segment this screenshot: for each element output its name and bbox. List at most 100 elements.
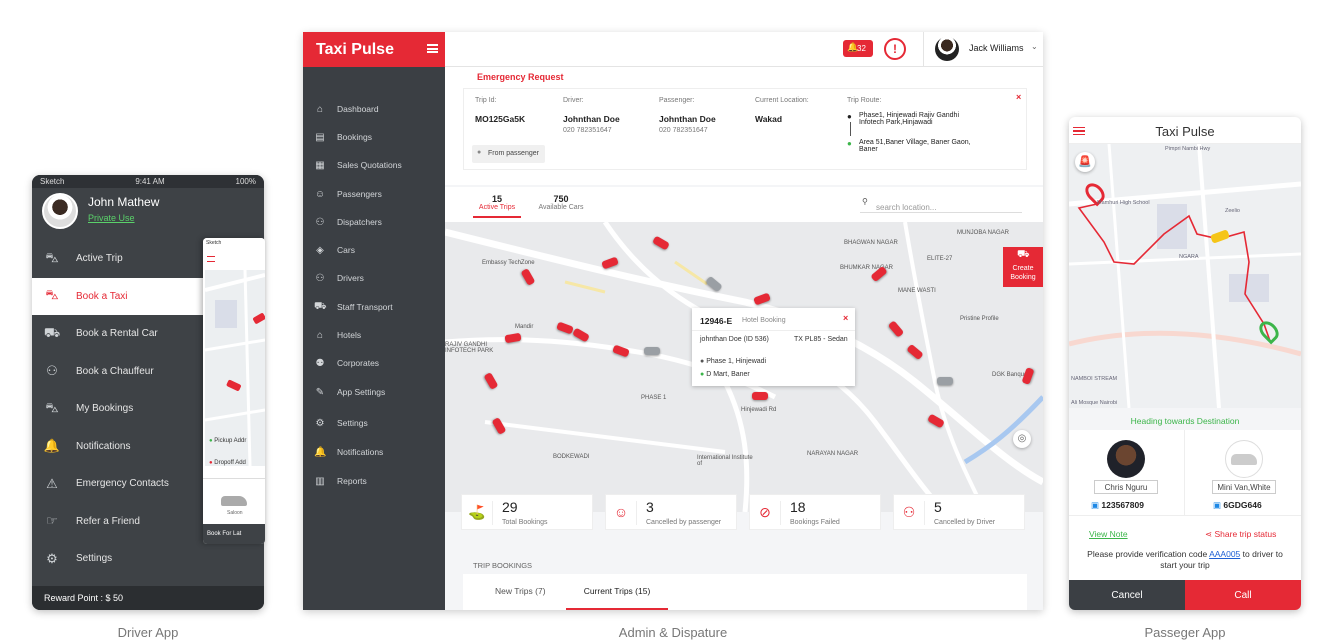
verification-message: Please provide verification code AAA005 … xyxy=(1087,549,1283,570)
preview-status-bar: Sketch xyxy=(203,238,265,248)
driver-name: Johnthan Doe xyxy=(563,114,620,124)
driver-label: Driver: xyxy=(563,97,584,104)
report-icon: ▥ xyxy=(315,475,325,487)
locate-me-icon[interactable]: ◎ xyxy=(1013,430,1031,448)
map-label: Mandir xyxy=(515,324,534,330)
tag-icon: ◈ xyxy=(316,244,324,256)
tab-active-trips[interactable]: 15 Active Trips xyxy=(473,194,521,218)
siren-icon[interactable]: 🚨 xyxy=(1075,152,1095,172)
live-map[interactable]: Embassy TechZone MUNJOBA NAGAR BHAGWAN NAG… xyxy=(445,222,1043,512)
map-label: BHAGWAN NAGAR xyxy=(844,240,898,246)
sidebar-item[interactable]: 🔔 Notifications xyxy=(303,440,445,464)
notification-count: 32 xyxy=(857,44,866,53)
passenger-phone: 020 782351647 xyxy=(659,127,708,134)
stat-card: ⛳ 29 Total Bookings xyxy=(461,494,593,530)
user-name[interactable]: Jack Williams xyxy=(969,43,1024,53)
refer-icon: ☞ xyxy=(46,513,58,528)
preview-map xyxy=(204,269,265,467)
view-note-link[interactable]: View Note xyxy=(1089,529,1128,539)
pickup-address[interactable]: ● Pickup Addr xyxy=(209,438,246,444)
divider xyxy=(780,501,781,525)
driver-id: ▣ 123567809 xyxy=(1091,500,1144,510)
stat-card: ⊘ 18 Bookings Failed xyxy=(749,494,881,530)
bell-icon: 🔔 xyxy=(847,42,859,52)
menu-item-label: Emergency Contacts xyxy=(76,478,169,489)
notifications-button[interactable]: 🔔 32 xyxy=(843,40,873,57)
quotation-icon: ▦ xyxy=(315,159,325,171)
sidebar-item[interactable]: ⛟ Staff Transport xyxy=(303,295,445,319)
car-marker-icon[interactable] xyxy=(644,347,660,355)
emergency-title: Emergency Request xyxy=(477,72,564,82)
user-icon: ☺ xyxy=(314,188,326,200)
trip-map[interactable]: 🚨 Pimpri Nambi Hwy Mamhuri High School Zee… xyxy=(1069,144,1301,408)
menu-icon[interactable] xyxy=(1073,127,1085,135)
sidebar-item[interactable]: ☺ Passengers xyxy=(303,182,445,206)
sidebar-item[interactable]: ⚙ Settings xyxy=(303,411,445,435)
driver-profile[interactable]: John Mathew Private Use xyxy=(42,193,242,233)
bus-icon: ⛟ xyxy=(314,300,327,312)
tab-available-cars[interactable]: 750 Available Cars xyxy=(535,194,587,211)
sidebar-item[interactable]: ▤ Bookings xyxy=(303,125,445,149)
sidebar-item-label: Hotels xyxy=(337,330,362,340)
map-label: MUNJOBA NAGAR xyxy=(957,230,1010,236)
map-label: PHASE 1 xyxy=(641,395,667,401)
vehicle-name: Mini Van,White xyxy=(1212,480,1276,494)
cancel-button[interactable]: Cancel xyxy=(1069,580,1185,610)
corporate-icon: ⚉ xyxy=(315,357,325,369)
verification-code: AAA005 xyxy=(1209,549,1241,559)
trip-popup: 12946-E Hotel Booking × johnthan Doe (ID… xyxy=(692,308,855,386)
route-icon: ⛳ xyxy=(468,504,486,520)
car-marker-icon[interactable] xyxy=(752,392,768,400)
emergency-alert-icon[interactable]: ! xyxy=(884,38,906,60)
clock: 9:41 AM xyxy=(135,177,165,186)
sidebar-item[interactable]: ✎ App Settings xyxy=(303,380,445,404)
hotel-icon: ⌂ xyxy=(316,329,324,341)
menu-icon[interactable] xyxy=(207,256,215,262)
popup-to: ● D Mart, Baner xyxy=(700,371,750,378)
sidebar-item-label: Drivers xyxy=(337,273,364,283)
hamburger-icon[interactable] xyxy=(427,44,438,53)
divider xyxy=(924,501,925,525)
driver-menu-item[interactable]: ⚙ Settings xyxy=(32,540,264,577)
tab-current-trips[interactable]: Current Trips (15) xyxy=(566,586,668,610)
divider xyxy=(636,501,637,525)
user-avatar[interactable] xyxy=(935,37,959,61)
sidebar-item[interactable]: ◈ Cars xyxy=(303,238,445,262)
sidebar-item[interactable]: ▦ Sales Quotations xyxy=(303,153,445,177)
account-type-link[interactable]: Private Use xyxy=(88,213,135,223)
car-marker-icon[interactable] xyxy=(937,377,953,385)
admin-dashboard: Taxi Pulse 🔔 32 ! Jack Williams ⌄ ⌂ Dashb… xyxy=(303,32,1043,610)
book-later-button[interactable]: Book For Lat xyxy=(203,524,265,544)
stat-card: ☺ 3 Cancelled by passenger xyxy=(605,494,737,530)
sidebar-item-label: Passengers xyxy=(337,189,382,199)
share-trip-link[interactable]: ⋖ Share trip status xyxy=(1205,529,1276,540)
section-title: TRIP BOOKINGS xyxy=(473,561,533,570)
map-label: NAMBOI STREAM xyxy=(1071,376,1118,382)
divider xyxy=(203,478,265,479)
sidebar-item[interactable]: ▥ Reports xyxy=(303,469,445,493)
brand-logo[interactable]: Taxi Pulse xyxy=(303,32,445,67)
create-booking-button[interactable]: ⛟ Create Booking xyxy=(1003,247,1043,287)
map-label: Mamhuri High School xyxy=(1097,200,1150,206)
battery: 100% xyxy=(235,177,256,186)
popup-from: ● Phase 1, Hinjewadi xyxy=(700,358,767,365)
driver-card: Chris Nguru ▣ 123567809 xyxy=(1069,430,1185,515)
id-card-icon: ▣ xyxy=(1091,500,1102,510)
dropoff-address[interactable]: ● Dropoff Add xyxy=(209,460,246,466)
trip-id: MO125Ga5K xyxy=(475,114,526,124)
sidebar-item[interactable]: ⚇ Drivers xyxy=(303,266,445,290)
tab-new-trips[interactable]: New Trips (7) xyxy=(495,586,546,596)
car-icon: ⛍ xyxy=(45,249,59,265)
sidebar-item-label: Notifications xyxy=(337,447,384,457)
sidebar-item[interactable]: ⌂ Hotels xyxy=(303,323,445,347)
sidebar-item[interactable]: ⚇ Dispatchers xyxy=(303,210,445,234)
sidebar-item[interactable]: ⌂ Dashboard xyxy=(303,97,445,121)
driver-icon: ⚇ xyxy=(902,504,916,520)
sidebar-item[interactable]: ⚉ Corporates xyxy=(303,351,445,375)
close-icon[interactable]: × xyxy=(1016,92,1021,102)
popup-close-icon[interactable]: × xyxy=(843,313,848,323)
search-location-input[interactable]: ⚲ search location... xyxy=(860,197,1022,213)
saloon-car-icon[interactable] xyxy=(221,496,247,506)
call-button[interactable]: Call xyxy=(1185,580,1301,610)
chevron-down-icon[interactable]: ⌄ xyxy=(1031,42,1038,51)
